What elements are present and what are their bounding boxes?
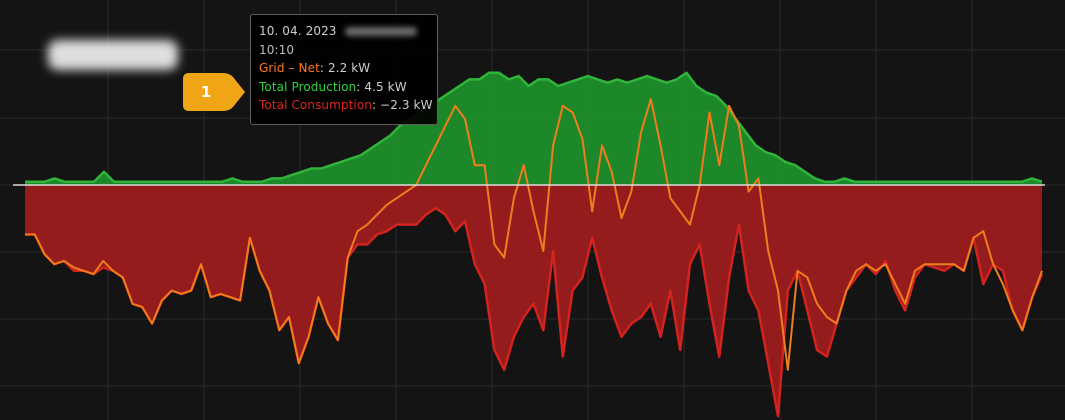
- tooltip-value-production: : 4.5 kW: [356, 79, 407, 94]
- chart-areas: [25, 72, 1042, 416]
- tooltip-time: 10:10: [259, 42, 295, 57]
- tooltip-row-grid-net: Grid – Net: 2.2 kW: [259, 59, 429, 78]
- area-total-consumption: [25, 185, 1042, 416]
- tooltip-row-production: Total Production: 4.5 kW: [259, 78, 429, 97]
- tooltip-date: 10. 04. 2023: [259, 24, 337, 38]
- tooltip-label-consumption: Total Consumption: [259, 98, 373, 112]
- callout-number: 1: [200, 83, 212, 101]
- tooltip-value-consumption: : −2.3 kW: [372, 98, 433, 112]
- chart-tooltip: 10. 04. 2023 10:10 Grid – Net: 2.2 kW To…: [250, 14, 438, 125]
- tooltip-value-grid-net: : 2.2 kW: [319, 61, 371, 75]
- tooltip-date-row: 10. 04. 2023: [259, 22, 429, 41]
- blurred-chart-title: [48, 40, 178, 70]
- tooltip-row-consumption: Total Consumption: −2.3 kW: [259, 96, 432, 115]
- tooltip-date-redacted: [344, 27, 417, 36]
- area-total-production: [25, 72, 1042, 185]
- tooltip-label-production: Total Production: [259, 79, 357, 94]
- tooltip-label-grid-net: Grid – Net: [259, 61, 320, 75]
